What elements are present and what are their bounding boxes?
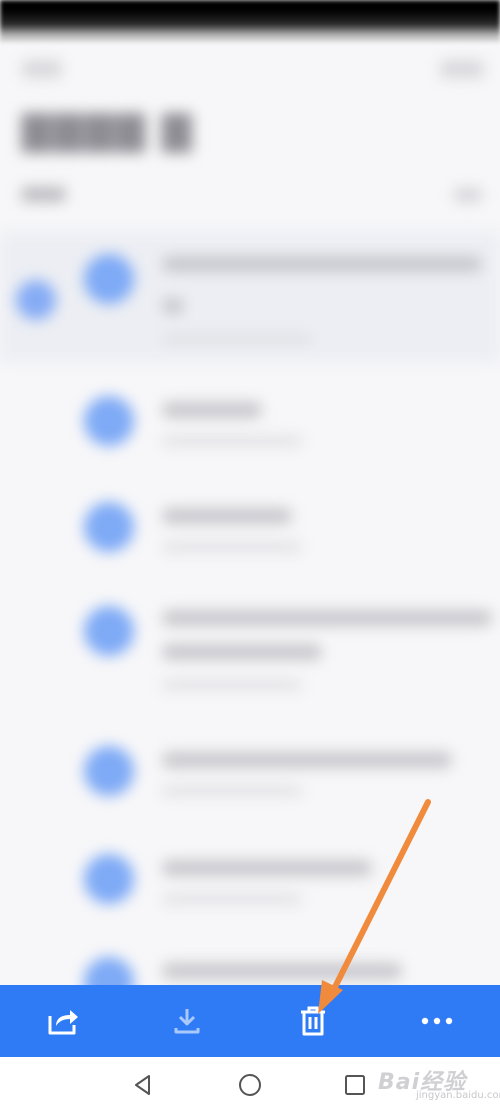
file-title <box>162 610 492 626</box>
home-circle-icon <box>239 1074 261 1096</box>
checkbox-checked-icon[interactable] <box>16 280 56 320</box>
back-button[interactable] <box>127 1069 159 1101</box>
top-nav <box>0 48 500 88</box>
list-item[interactable] <box>0 380 500 480</box>
file-icon <box>84 746 134 796</box>
file-meta <box>162 894 302 904</box>
subtitle-text: ▇▇▇▇ <box>22 186 66 202</box>
file-title <box>162 508 292 524</box>
file-meta <box>162 436 302 446</box>
list-item[interactable] <box>0 590 500 720</box>
file-title <box>162 752 452 768</box>
share-icon <box>48 1010 78 1035</box>
file-title <box>162 402 262 418</box>
file-icon <box>84 502 134 552</box>
recents-square-icon <box>345 1075 365 1095</box>
list-item[interactable] <box>0 840 500 940</box>
file-title <box>162 860 372 876</box>
page-title: ▇▇▇▇ ▇ <box>22 108 194 152</box>
share-button[interactable] <box>35 995 91 1047</box>
watermark: Bai经验 jingyan.baidu.com <box>378 1064 500 1104</box>
list-item[interactable] <box>0 232 500 362</box>
more-horizontal-icon <box>421 1017 453 1025</box>
delete-button[interactable] <box>285 995 341 1047</box>
phone-screen: ▇▇▇▇ ▇ ▇▇▇▇ Bai经验 jingyan.baidu.com <box>0 0 500 1111</box>
more-button[interactable] <box>409 995 465 1047</box>
back-triangle-icon <box>135 1075 150 1095</box>
trash-icon <box>301 1006 325 1036</box>
file-title-line2 <box>162 298 184 314</box>
file-title-line2 <box>162 644 322 660</box>
download-icon <box>174 1009 200 1034</box>
list-item[interactable] <box>0 730 500 830</box>
file-meta <box>162 334 312 344</box>
sort-icon[interactable] <box>454 188 482 202</box>
home-button[interactable] <box>234 1069 266 1101</box>
bottom-action-bar <box>0 985 500 1057</box>
file-title <box>162 963 402 979</box>
file-icon <box>84 254 134 304</box>
file-meta <box>162 680 302 690</box>
file-icon <box>84 606 134 656</box>
nav-back-button[interactable] <box>22 60 62 78</box>
nav-select-all-button[interactable] <box>440 60 484 78</box>
list-item[interactable] <box>0 486 500 586</box>
file-title <box>162 256 482 272</box>
watermark-subtext: jingyan.baidu.com <box>416 1090 500 1101</box>
blurred-content: ▇▇▇▇ ▇ ▇▇▇▇ <box>0 0 500 1007</box>
recents-button[interactable] <box>339 1069 371 1101</box>
file-icon <box>84 396 134 446</box>
file-meta <box>162 542 302 552</box>
download-button[interactable] <box>159 995 215 1047</box>
file-icon <box>84 854 134 904</box>
subtitle-row: ▇▇▇▇ <box>22 186 482 206</box>
file-meta <box>162 786 302 796</box>
